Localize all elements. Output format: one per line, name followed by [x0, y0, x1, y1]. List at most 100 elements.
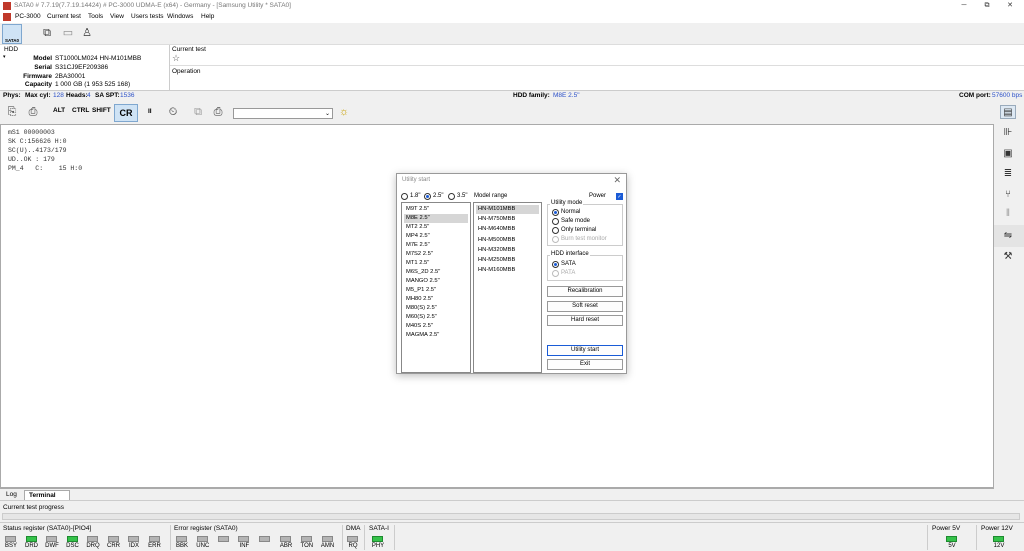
family-list[interactable]: M9T 2.5" M8E 2.5" MT2 2.5" MP4 2.5" M7E 2.5"… [401, 202, 471, 373]
radio-form-1-8[interactable] [401, 193, 408, 200]
progress-area: Current test progress [0, 500, 1024, 522]
exit-button[interactable]: Exit [547, 359, 623, 370]
capacity-label: Capacity [24, 81, 52, 88]
terminal-command-combo[interactable]: ⌄ [233, 108, 333, 119]
recalibration-button[interactable]: Recalibration [547, 286, 623, 297]
register-led [347, 536, 358, 542]
hard-reset-button[interactable]: Hard reset [547, 315, 623, 326]
family-list-item[interactable]: MT1 2.5" [404, 259, 468, 268]
menu-current-test[interactable]: Current test [47, 13, 81, 20]
family-list-item[interactable]: MT2 2.5" [404, 223, 468, 232]
menu-view[interactable]: View [110, 13, 124, 20]
register-led-label: DRD [25, 543, 38, 549]
shift-key-button[interactable]: SHIFT [92, 107, 111, 114]
copy-windows-icon[interactable]: ⧉ [40, 26, 54, 40]
family-list-item[interactable]: M7S2 2.5" [404, 250, 468, 259]
radio-form-3-5[interactable] [448, 193, 455, 200]
model-list-item[interactable]: HN-M101MBB [476, 205, 539, 214]
model-range-list[interactable]: HN-M101MBB HN-M750MBB HN-M640MBB HN-M500MBB… [473, 202, 542, 373]
drive-status-line: Phys: Max cyl: 128 Heads: 4 SA SPT: 1536… [0, 91, 1024, 101]
sata-title: SATA-I [369, 525, 389, 532]
chip-icon[interactable]: ▣ [1000, 147, 1016, 161]
register-led [25, 536, 37, 542]
radio-interface-sata[interactable] [552, 261, 559, 268]
register-led-label: AMN [320, 543, 335, 549]
family-list-item[interactable]: M40S 2.5" [404, 322, 468, 331]
model-list-item[interactable]: HN-M640MBB [476, 225, 539, 234]
power-label: Power [589, 193, 607, 199]
family-list-item[interactable]: M8E 2.5" [404, 214, 468, 223]
model-value: ST1000LM024 HN-M101MBB [55, 55, 142, 62]
menu-users-tests[interactable]: Users tests [131, 13, 164, 20]
ctrl-key-button[interactable]: CTRL [72, 107, 89, 114]
model-list-item[interactable]: HN-M500MBB [476, 236, 539, 245]
model-list-item[interactable]: HN-M320MBB [476, 246, 539, 255]
users-icon[interactable]: ♙ [80, 26, 94, 40]
pause-button[interactable]: II [148, 108, 152, 115]
drive-icon[interactable]: ▭ [60, 26, 76, 40]
form-3-5-label: 3.5" [457, 193, 468, 199]
register-led [217, 536, 229, 542]
phys-label: Phys: [3, 92, 21, 99]
family-list-item[interactable]: M5_P1 2.5" [404, 286, 468, 295]
radio-mode-terminal[interactable] [552, 227, 559, 234]
model-list-item[interactable]: HN-M160MBB [476, 266, 539, 275]
register-led [87, 536, 98, 542]
menu-tools[interactable]: Tools [88, 13, 103, 20]
hdd-info-panel: HDD ▾ Model ST1000LM024 HN-M101MBB Seria… [0, 45, 1024, 91]
radio-mode-normal[interactable] [552, 209, 559, 216]
dialog-close-icon[interactable]: ✕ [613, 175, 621, 186]
cr-key-button[interactable]: CR [114, 104, 138, 122]
collapse-icon[interactable]: ▾ [3, 54, 6, 60]
model-list-item[interactable]: HN-M750MBB [476, 215, 539, 224]
family-list-item[interactable]: MAGMA 2.5" [404, 331, 468, 340]
copy-icon[interactable]: ⧉ [191, 105, 205, 119]
app-menu-icon[interactable] [3, 13, 11, 21]
register-led-label: ERR [148, 543, 161, 549]
print-icon[interactable]: ⎙ [211, 105, 225, 119]
register-led [196, 536, 208, 542]
model-list-item[interactable]: HN-M250MBB [476, 256, 539, 265]
usb-icon[interactable]: ⑂ [1000, 188, 1016, 202]
sata-port-button[interactable]: SATA0 [2, 24, 22, 44]
interface-sata-label: SATA [561, 261, 576, 267]
power-control-icon[interactable]: ⇋ [1000, 229, 1016, 243]
maximize-button[interactable]: ⧉ [976, 0, 998, 12]
register-led [5, 536, 16, 542]
family-list-item[interactable]: M6S_2D 2.5" [404, 268, 468, 277]
terminal-save-icon[interactable]: ⎙ [26, 105, 40, 119]
terminal-line: UD..OK : 179 [8, 156, 55, 163]
family-list-item[interactable]: MH80 2.5" [404, 295, 468, 304]
radio-mode-safe[interactable] [552, 218, 559, 225]
sun-icon[interactable]: ☼ [337, 105, 351, 119]
head-map-icon[interactable]: ⊪ [1000, 126, 1016, 140]
power-checkbox[interactable]: ✓ [616, 193, 623, 200]
family-list-item[interactable]: M80(S) 2.5" [404, 304, 468, 313]
utility-start-button[interactable]: Utility start [547, 345, 623, 356]
terminal-line: SC(U)..4173/179 [8, 147, 67, 154]
register-led-label: 12V [993, 543, 1005, 549]
radio-form-2-5[interactable] [424, 193, 431, 200]
tools-icon[interactable]: ⚒ [1000, 250, 1016, 264]
star-icon[interactable]: ☆ [172, 53, 180, 64]
close-window-button[interactable]: ✕ [999, 0, 1021, 12]
minimize-button[interactable]: ─ [953, 0, 975, 12]
clock-save-icon[interactable]: ⏲ [166, 105, 180, 119]
menu-windows[interactable]: Windows [167, 13, 193, 20]
family-list-item[interactable]: M60(S) 2.5" [404, 313, 468, 322]
reset-icon[interactable]: ≣ [1000, 167, 1016, 181]
menu-help[interactable]: Help [201, 13, 214, 20]
family-list-item[interactable]: MANGO 2.5" [404, 277, 468, 286]
soft-reset-button[interactable]: Soft reset [547, 301, 623, 312]
right-toolbar: ▤ ⊪ ▣ ≣ ⑂ ‖ ⇋ ⚒ [994, 101, 1024, 488]
family-list-item[interactable]: MP4 2.5" [404, 232, 468, 241]
app-icon [3, 2, 11, 10]
family-list-item[interactable]: M7E 2.5" [404, 241, 468, 250]
hdd-family-label: HDD family: [513, 92, 550, 99]
drive-status-icon[interactable]: ▤ [1000, 105, 1016, 119]
terminal-open-icon[interactable]: ⎘ [5, 105, 19, 119]
alt-key-button[interactable]: ALT [53, 107, 65, 114]
family-list-item[interactable]: M9T 2.5" [404, 205, 468, 214]
menu-pc3000[interactable]: PC-3000 [15, 13, 41, 20]
pause-icon[interactable]: ‖ [1000, 207, 1016, 221]
